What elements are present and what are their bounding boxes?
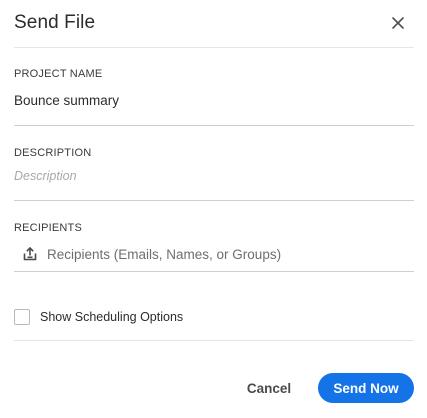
- project-name-field: PROJECT NAME Bounce summary: [14, 68, 414, 126]
- description-input[interactable]: [14, 169, 414, 183]
- project-name-underline: [14, 125, 414, 126]
- dialog-title: Send File: [14, 12, 96, 33]
- send-file-dialog: Send File PROJECT NAME Bounce summary DE…: [0, 0, 427, 418]
- scheduling-label: Show Scheduling Options: [40, 310, 184, 324]
- recipients-input[interactable]: [47, 246, 387, 262]
- recipients-underline: [14, 271, 414, 272]
- project-name-value[interactable]: Bounce summary: [14, 93, 414, 108]
- recipients-field: RECIPIENTS: [14, 222, 414, 272]
- header-divider: [14, 47, 414, 48]
- description-field: DESCRIPTION: [14, 147, 414, 201]
- share-upload-icon: [22, 246, 38, 262]
- send-now-button[interactable]: Send Now: [318, 373, 414, 403]
- dialog-header: Send File: [14, 10, 414, 46]
- recipients-label: RECIPIENTS: [14, 222, 83, 234]
- description-label: DESCRIPTION: [14, 147, 92, 159]
- close-icon: [392, 17, 404, 29]
- close-button[interactable]: [388, 13, 408, 33]
- cancel-button[interactable]: Cancel: [240, 373, 298, 403]
- recipients-input-row: [14, 244, 414, 264]
- footer-divider: [14, 340, 414, 341]
- project-name-label: PROJECT NAME: [14, 68, 103, 80]
- scheduling-option[interactable]: Show Scheduling Options: [14, 309, 183, 325]
- scheduling-checkbox[interactable]: [14, 309, 30, 325]
- description-underline: [14, 200, 414, 201]
